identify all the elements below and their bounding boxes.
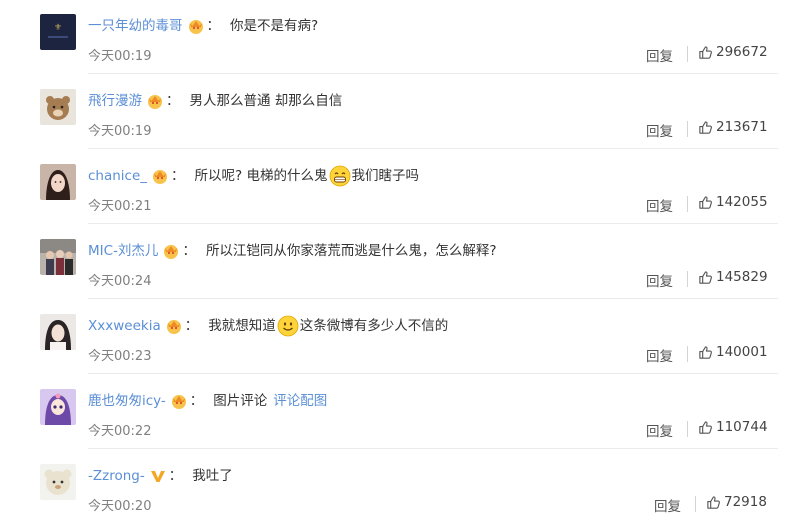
like-button[interactable]: 213671 <box>698 119 768 135</box>
username-link[interactable]: chanice_ <box>88 164 147 188</box>
username-link[interactable]: -Zzrong- <box>88 464 145 488</box>
comment-text: 所以呢? 电梯的什么鬼 <box>194 168 328 184</box>
avatar[interactable] <box>40 314 76 350</box>
svg-text:⚜: ⚜ <box>54 23 62 33</box>
separator: ： <box>166 93 180 109</box>
like-button[interactable]: 110744 <box>698 419 768 435</box>
crown-badge-icon <box>162 242 180 260</box>
comment-item: ⚜ 一只年幼的毒哥 ： 你是不是有病? 今天00:19 回复 296672 <box>0 0 800 74</box>
comment-text: 我吐了 <box>192 468 233 484</box>
comment-item: 鹿也匆匆icy- ： 图片评论 评论配图 今天00:22 回复 110744 <box>0 375 800 449</box>
timestamp: 今天00:19 <box>88 124 152 139</box>
divider <box>88 148 778 149</box>
username-link[interactable]: MIC-刘杰儿 <box>88 239 158 263</box>
smile-emoji-icon <box>277 315 299 337</box>
separator: ： <box>189 393 204 409</box>
divider <box>88 73 778 74</box>
like-count: 72918 <box>724 494 767 510</box>
thumbs-up-icon <box>699 345 712 359</box>
comment-text: 我就想知道 <box>208 318 276 334</box>
like-button[interactable]: 140001 <box>698 344 768 360</box>
timestamp: 今天00:20 <box>88 499 152 514</box>
separator: ： <box>171 168 185 184</box>
verified-v-badge-icon <box>149 467 167 485</box>
crown-badge-icon <box>146 92 164 110</box>
like-button[interactable]: 145829 <box>698 269 768 285</box>
divider <box>687 121 688 137</box>
like-button[interactable]: 72918 <box>706 494 767 510</box>
like-count: 213671 <box>716 119 768 135</box>
comment-item: chanice_ ： 所以呢? 电梯的什么鬼 我们瞎子吗 今天00:21 回复 … <box>0 150 800 224</box>
comment-list: ⚜ 一只年幼的毒哥 ： 你是不是有病? 今天00:19 回复 296672 飛行… <box>0 0 800 522</box>
avatar[interactable] <box>40 464 76 500</box>
comment-text: 你是不是有病? <box>230 18 319 34</box>
reply-button[interactable]: 回复 <box>646 420 673 440</box>
divider <box>687 421 688 437</box>
like-button[interactable]: 142055 <box>698 194 768 210</box>
avatar[interactable] <box>40 389 76 425</box>
comment-text-continued: 这条微博有多少人不信的 <box>299 318 449 334</box>
like-count: 110744 <box>716 419 768 435</box>
timestamp: 今天00:21 <box>88 199 152 214</box>
divider <box>687 196 688 212</box>
username-link[interactable]: 鹿也匆匆icy- <box>88 389 166 413</box>
crown-badge-icon <box>170 392 188 410</box>
divider <box>695 496 696 512</box>
comment-item: -Zzrong- ： 我吐了 今天00:20 回复 72918 <box>0 450 800 524</box>
separator: ： <box>206 18 221 34</box>
timestamp: 今天00:24 <box>88 274 152 289</box>
thumbs-up-icon <box>699 270 712 284</box>
divider <box>88 298 778 299</box>
reply-button[interactable]: 回复 <box>654 495 681 515</box>
timestamp: 今天00:23 <box>88 349 152 364</box>
thumbs-up-icon <box>699 120 712 134</box>
timestamp: 今天00:19 <box>88 49 152 64</box>
reply-button[interactable]: 回复 <box>646 45 673 65</box>
crown-badge-icon <box>151 167 169 185</box>
divider <box>687 271 688 287</box>
divider <box>88 448 778 449</box>
separator: ： <box>168 468 183 484</box>
divider <box>687 346 688 362</box>
avatar[interactable] <box>40 164 76 200</box>
like-count: 296672 <box>716 44 768 60</box>
avatar[interactable] <box>40 89 76 125</box>
like-count: 142055 <box>716 194 768 210</box>
timestamp: 今天00:22 <box>88 424 152 439</box>
like-button[interactable]: 296672 <box>698 44 768 60</box>
divider <box>88 223 778 224</box>
reply-button[interactable]: 回复 <box>646 345 673 365</box>
comment-text: 男人那么普通 却那么自信 <box>189 93 343 109</box>
crown-badge-icon <box>165 317 183 335</box>
reply-button[interactable]: 回复 <box>646 195 673 215</box>
divider <box>687 46 688 62</box>
comment-item: 飛行漫游 ： 男人那么普通 却那么自信 今天00:19 回复 213671 <box>0 75 800 149</box>
comment-text: 图片评论 <box>213 393 268 409</box>
divider <box>88 373 778 374</box>
separator: ： <box>184 318 199 334</box>
comment-text-continued: 我们瞎子吗 <box>351 168 420 184</box>
comment-item: MIC-刘杰儿 ： 所以江铠同从你家落荒而逃是什么鬼，怎么解释? 今天00:24… <box>0 225 800 299</box>
avatar[interactable] <box>40 239 76 275</box>
separator: ： <box>182 243 196 259</box>
comment-item: Xxxweekia ： 我就想知道 这条微博有多少人不信的 今天00:23 回复… <box>0 300 800 374</box>
username-link[interactable]: 一只年幼的毒哥 <box>88 14 183 38</box>
avatar[interactable]: ⚜ <box>40 14 76 50</box>
thumbs-up-icon <box>707 495 720 509</box>
thumbs-up-icon <box>699 45 712 59</box>
reply-button[interactable]: 回复 <box>646 270 673 290</box>
like-count: 140001 <box>716 344 768 360</box>
thumbs-up-icon <box>699 420 712 434</box>
username-link[interactable]: 飛行漫游 <box>88 89 142 113</box>
grin-emoji-icon <box>329 165 351 187</box>
reply-button[interactable]: 回复 <box>646 120 673 140</box>
view-image-link[interactable]: 评论配图 <box>273 389 327 413</box>
like-count: 145829 <box>716 269 768 285</box>
crown-badge-icon <box>187 17 205 35</box>
username-link[interactable]: Xxxweekia <box>88 314 161 338</box>
thumbs-up-icon <box>699 195 712 209</box>
comment-text: 所以江铠同从你家落荒而逃是什么鬼，怎么解释? <box>205 243 497 259</box>
